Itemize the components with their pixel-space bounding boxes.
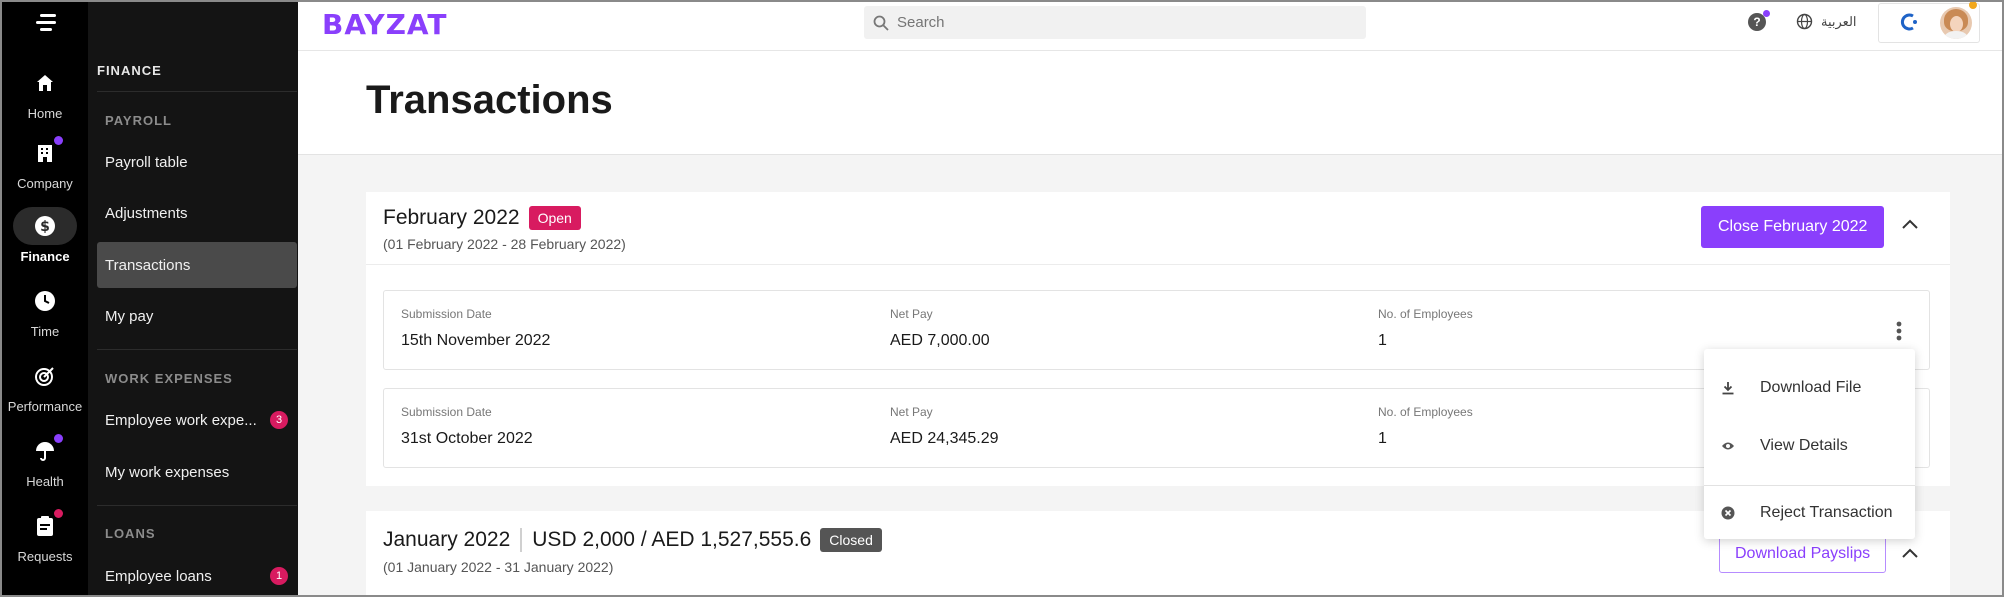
umbrella-icon	[13, 432, 77, 470]
divider	[97, 349, 297, 350]
finance-subnav: FINANCE PAYROLL Payroll table Adjustment…	[88, 2, 298, 595]
rail-item-time[interactable]: Time	[2, 282, 88, 339]
group-label-payroll: PAYROLL	[105, 113, 172, 128]
help-icon[interactable]: ?	[1748, 10, 1770, 31]
search-box[interactable]	[864, 6, 1366, 39]
notification-dot	[1763, 10, 1770, 17]
transaction-row[interactable]: Submission Date 15th November 2022 Net P…	[383, 290, 1930, 370]
bayzat-logo[interactable]: BAYZAT	[322, 8, 448, 41]
subnav-item-my-pay[interactable]: My pay	[97, 293, 297, 339]
period-name: January 2022	[383, 528, 511, 551]
svg-text:$: $	[40, 219, 50, 235]
language-switch[interactable]: العربية	[1796, 13, 1857, 30]
period-title: January 2022 USD 2,000 / AED 1,527,555.6…	[383, 528, 882, 552]
globe-icon	[1796, 13, 1813, 30]
main-rail: Home Company $ Finance Time Performance …	[2, 2, 88, 595]
period-range: (01 January 2022 - 31 January 2022)	[383, 559, 614, 575]
menu-item-download-file[interactable]: Download File	[1704, 360, 1915, 416]
notification-dot	[1969, 2, 1977, 9]
subnav-heading: FINANCE	[97, 63, 162, 78]
status-badge: Closed	[820, 528, 882, 552]
group-label-loans: LOANS	[105, 526, 156, 541]
subnav-item-my-work-expenses[interactable]: My work expenses	[97, 449, 297, 495]
topbar: BAYZAT ? العربية	[298, 2, 2002, 51]
subnav-item-transactions[interactable]: Transactions	[97, 242, 297, 288]
menu-item-reject-transaction[interactable]: Reject Transaction	[1704, 485, 1915, 541]
app-window: Home Company $ Finance Time Performance …	[0, 0, 2004, 597]
notification-dot	[54, 136, 63, 145]
divider	[97, 505, 297, 506]
employees-cell: No. of Employees 1	[1378, 307, 1473, 349]
home-icon	[13, 64, 77, 102]
account-switcher[interactable]	[1878, 2, 1980, 43]
period-amount: USD 2,000 / AED 1,527,555.6	[520, 528, 811, 552]
building-icon	[13, 134, 77, 172]
download-icon	[1704, 381, 1752, 395]
status-badge: Open	[528, 206, 581, 230]
rail-item-performance[interactable]: Performance	[2, 357, 88, 414]
subnav-item-adjustments[interactable]: Adjustments	[97, 190, 297, 236]
rail-item-finance[interactable]: $ Finance	[2, 207, 88, 264]
subnav-item-employee-work-expenses[interactable]: Employee work expe... 3	[97, 397, 297, 443]
net-pay-cell: Net Pay AED 7,000.00	[890, 307, 990, 349]
clock-icon	[13, 282, 77, 320]
menu-item-view-details[interactable]: View Details	[1704, 418, 1915, 474]
page-title: Transactions	[366, 78, 613, 122]
transaction-context-menu: Download File View Details Reject Transa…	[1704, 349, 1915, 539]
period-range: (01 February 2022 - 28 February 2022)	[383, 236, 626, 252]
notification-dot	[54, 434, 63, 443]
rail-item-requests[interactable]: Requests	[2, 507, 88, 564]
count-badge: 1	[270, 567, 288, 585]
count-badge: 3	[270, 411, 288, 429]
period-name: February 2022	[383, 206, 520, 229]
close-period-button[interactable]: Close February 2022	[1701, 206, 1885, 248]
subnav-item-employee-loans[interactable]: Employee loans 1	[97, 553, 297, 595]
group-label-work-expenses: WORK EXPENSES	[105, 371, 233, 386]
submission-date-cell: Submission Date 31st October 2022	[401, 405, 533, 447]
chevron-up-icon[interactable]	[1901, 218, 1919, 230]
avatar	[1940, 7, 1972, 39]
close-circle-icon	[1704, 506, 1752, 520]
target-icon	[13, 357, 77, 395]
eye-icon	[1704, 441, 1752, 451]
clipboard-icon	[13, 507, 77, 545]
search-input[interactable]	[897, 14, 1337, 31]
rail-item-company[interactable]: Company	[2, 134, 88, 191]
title-band: Transactions	[298, 51, 2002, 155]
transaction-row[interactable]: Submission Date 31st October 2022 Net Pa…	[383, 388, 1930, 468]
more-options-icon[interactable]	[1896, 321, 1902, 341]
chevron-up-icon[interactable]	[1901, 547, 1919, 559]
submission-date-cell: Submission Date 15th November 2022	[401, 307, 551, 349]
rail-item-home[interactable]: Home	[2, 64, 88, 121]
subnav-item-payroll-table[interactable]: Payroll table	[97, 139, 297, 185]
search-icon	[873, 15, 889, 31]
divider	[97, 91, 297, 92]
notification-dot	[54, 509, 63, 518]
period-header: February 2022 Open (01 February 2022 - 2…	[366, 192, 1950, 265]
net-pay-cell: Net Pay AED 24,345.29	[890, 405, 999, 447]
menu-icon[interactable]	[36, 14, 56, 35]
company-logo	[1900, 13, 1917, 31]
rail-item-health[interactable]: Health	[2, 432, 88, 489]
period-title: February 2022 Open	[383, 206, 581, 230]
employees-cell: No. of Employees 1	[1378, 405, 1473, 447]
dollar-icon: $	[13, 207, 77, 245]
